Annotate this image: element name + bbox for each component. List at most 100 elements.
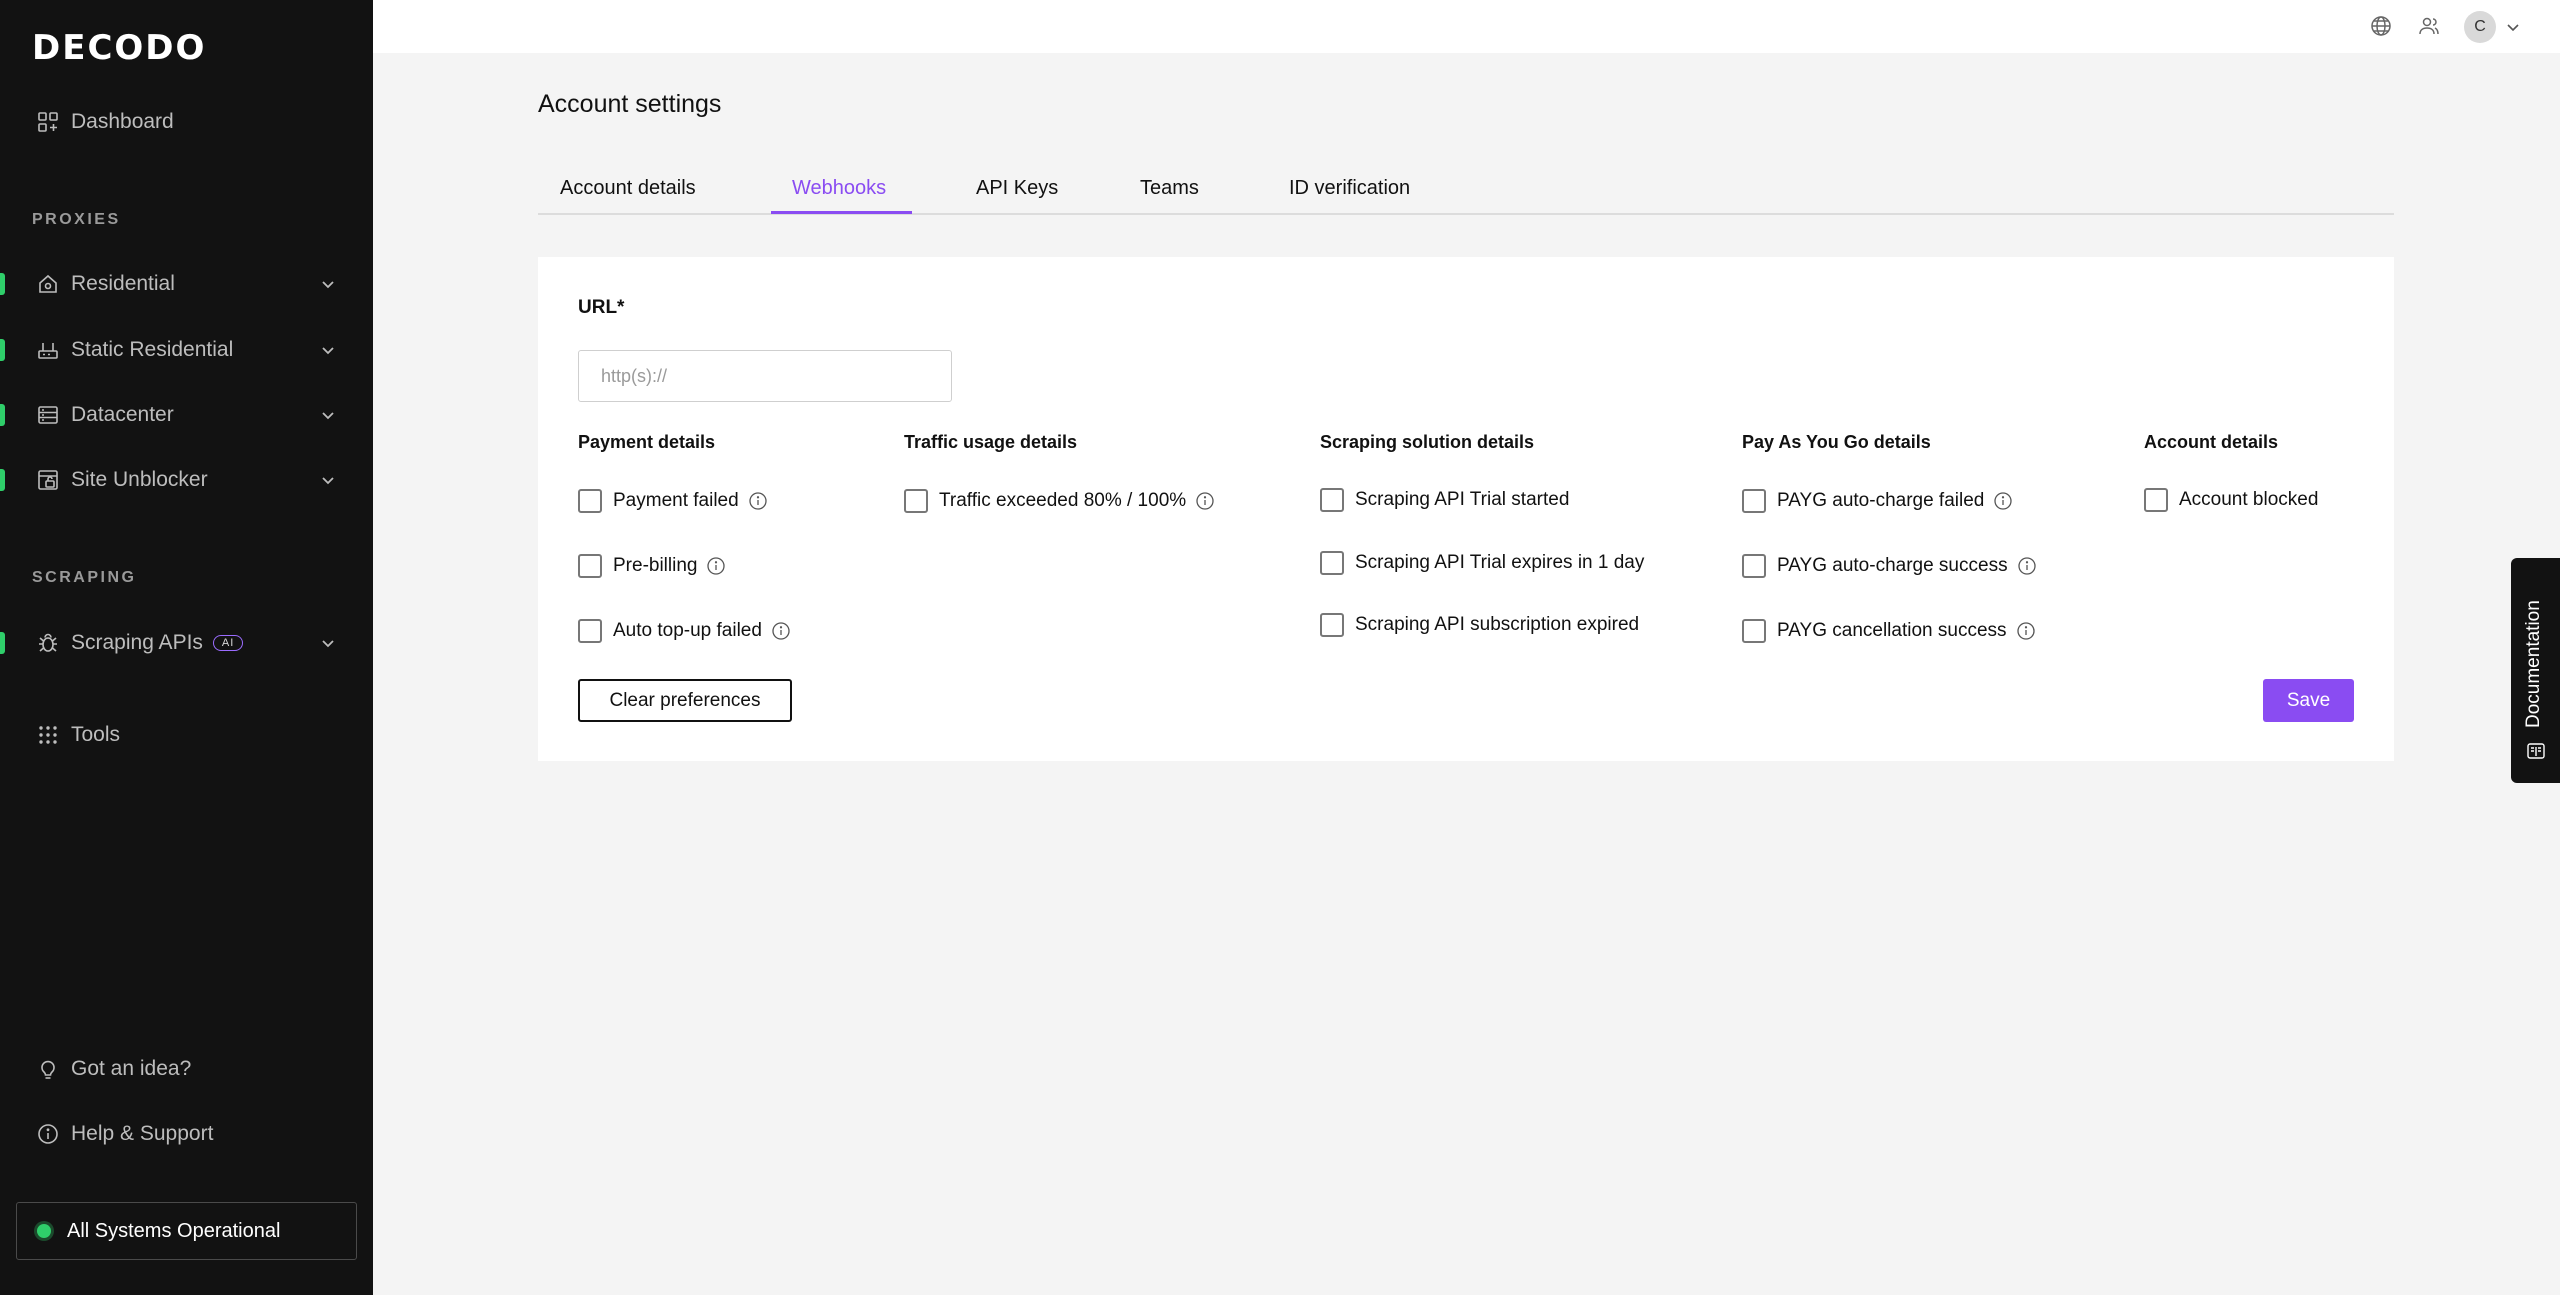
sidebar-item-label: Residential <box>71 272 175 295</box>
webhooks-card: URL* Payment details Payment failed Pre-… <box>538 257 2394 761</box>
option-auto-top-up-failed[interactable]: Auto top-up failed <box>578 619 791 643</box>
checkbox[interactable] <box>1320 613 1344 637</box>
checkbox[interactable] <box>1742 554 1766 578</box>
ai-badge: AI <box>212 635 244 652</box>
info-icon[interactable] <box>771 621 791 641</box>
chevron-down-icon[interactable] <box>319 471 337 489</box>
sidebar-item-residential[interactable]: Residential <box>0 261 373 307</box>
option-label: Scraping API Trial started <box>1355 489 1570 510</box>
checkbox[interactable] <box>1320 488 1344 512</box>
chevron-down-icon[interactable] <box>319 406 337 424</box>
option-scraping-trial-started[interactable]: Scraping API Trial started <box>1320 488 1569 512</box>
option-payg-cancellation-success[interactable]: PAYG cancellation success <box>1742 619 2036 643</box>
server-icon <box>36 403 60 427</box>
option-label: Scraping API Trial expires in 1 day <box>1355 552 1645 573</box>
sidebar-item-got-an-idea[interactable]: Got an idea? <box>0 1046 373 1092</box>
sidebar-item-label: Datacenter <box>71 403 174 426</box>
globe-icon[interactable] <box>2369 14 2393 38</box>
checkbox[interactable] <box>1320 551 1344 575</box>
option-pre-billing[interactable]: Pre-billing <box>578 554 726 578</box>
option-label: PAYG auto-charge success <box>1777 555 2008 576</box>
chevron-down-icon[interactable] <box>319 275 337 293</box>
info-icon[interactable] <box>706 556 726 576</box>
chevron-down-icon[interactable] <box>319 634 337 652</box>
tab-teams[interactable]: Teams <box>1140 177 1199 200</box>
sidebar-item-site-unblocker[interactable]: Site Unblocker <box>0 457 373 503</box>
active-marker <box>0 632 5 654</box>
option-label: Traffic exceeded 80% / 100% <box>939 490 1187 511</box>
status-dot <box>37 1224 51 1238</box>
option-label: Scraping API subscription expired <box>1355 614 1640 635</box>
tab-webhooks[interactable]: Webhooks <box>792 177 886 200</box>
section-label-scraping: SCRAPING <box>32 569 137 586</box>
tab-api-keys[interactable]: API Keys <box>976 177 1058 200</box>
chevron-down-icon[interactable] <box>319 341 337 359</box>
sidebar-item-label: Site Unblocker <box>71 468 208 491</box>
scraping-solution-title: Scraping solution details <box>1320 432 1535 452</box>
save-button[interactable]: Save <box>2263 679 2354 722</box>
option-traffic-exceeded[interactable]: Traffic exceeded 80% / 100% <box>904 489 1215 513</box>
info-icon[interactable] <box>2016 621 2036 641</box>
info-icon[interactable] <box>1993 491 2013 511</box>
page-title: Account settings <box>538 90 722 118</box>
option-payment-failed[interactable]: Payment failed <box>578 489 768 513</box>
active-tab-indicator <box>771 211 912 214</box>
checkbox[interactable] <box>578 489 602 513</box>
account-details-title: Account details <box>2144 432 2279 452</box>
settings-tabs: Account details Webhooks API Keys Teams … <box>538 165 2394 215</box>
tab-id-verification[interactable]: ID verification <box>1289 177 1410 200</box>
checkbox[interactable] <box>578 554 602 578</box>
sidebar-item-static-residential[interactable]: Static Residential <box>0 327 373 373</box>
sidebar-item-tools[interactable]: Tools <box>0 712 373 758</box>
clear-preferences-button[interactable]: Clear preferences <box>578 679 792 722</box>
sidebar-item-scraping-apis[interactable]: Scraping APIs AI <box>0 620 373 666</box>
url-input[interactable] <box>578 350 952 402</box>
checkbox[interactable] <box>2144 488 2168 512</box>
dashboard-icon <box>36 110 60 134</box>
info-icon[interactable] <box>2017 556 2037 576</box>
topbar <box>373 0 2560 53</box>
info-icon[interactable] <box>748 491 768 511</box>
option-label: Pre-billing <box>613 555 698 576</box>
grid-icon <box>36 723 60 747</box>
sidebar-item-label: Tools <box>71 723 121 746</box>
router-icon <box>36 338 60 362</box>
sidebar-item-label: Dashboard <box>71 110 174 133</box>
sidebar-item-label: Got an idea? <box>71 1057 192 1080</box>
option-scraping-trial-expires[interactable]: Scraping API Trial expires in 1 day <box>1320 551 1644 575</box>
home-icon <box>36 272 60 296</box>
sidebar-item-datacenter[interactable]: Datacenter <box>0 392 373 438</box>
info-icon <box>36 1122 60 1146</box>
info-icon[interactable] <box>1195 491 1215 511</box>
decodo-logo[interactable]: DECODO <box>32 28 206 68</box>
option-scraping-subscription-expired[interactable]: Scraping API subscription expired <box>1320 613 1639 637</box>
avatar[interactable]: C <box>2464 11 2496 43</box>
sidebar-item-help-support[interactable]: Help & Support <box>0 1111 373 1157</box>
payment-details-title: Payment details <box>578 432 716 452</box>
option-label: Account blocked <box>2179 489 2319 510</box>
checkbox[interactable] <box>904 489 928 513</box>
sidebar-item-label: Help & Support <box>71 1122 214 1145</box>
option-label: Payment failed <box>613 490 739 511</box>
documentation-tab[interactable]: Documentation <box>2511 558 2560 783</box>
checkbox[interactable] <box>1742 489 1766 513</box>
sidebar-item-dashboard[interactable]: Dashboard <box>0 99 373 145</box>
option-payg-charge-success[interactable]: PAYG auto-charge success <box>1742 554 2037 578</box>
users-icon[interactable] <box>2417 14 2441 38</box>
chevron-down-icon[interactable] <box>2505 19 2521 35</box>
option-payg-charge-failed[interactable]: PAYG auto-charge failed <box>1742 489 2013 513</box>
sidebar-item-label-wrap: Scraping APIs AI <box>71 631 244 655</box>
option-account-blocked[interactable]: Account blocked <box>2144 488 2318 512</box>
active-marker <box>0 469 5 491</box>
checkbox[interactable] <box>578 619 602 643</box>
traffic-usage-title: Traffic usage details <box>904 432 1078 452</box>
sidebar-item-label: Static Residential <box>71 338 234 361</box>
payg-details-title: Pay As You Go details <box>1742 432 1931 452</box>
checkbox[interactable] <box>1742 619 1766 643</box>
system-status[interactable]: All Systems Operational <box>16 1202 357 1260</box>
tab-account-details[interactable]: Account details <box>560 177 696 200</box>
active-marker <box>0 273 5 295</box>
sidebar: DECODO Dashboard PROXIES Residential Sta… <box>0 0 373 1295</box>
book-icon <box>2527 743 2545 759</box>
option-label: PAYG auto-charge failed <box>1777 490 1985 511</box>
